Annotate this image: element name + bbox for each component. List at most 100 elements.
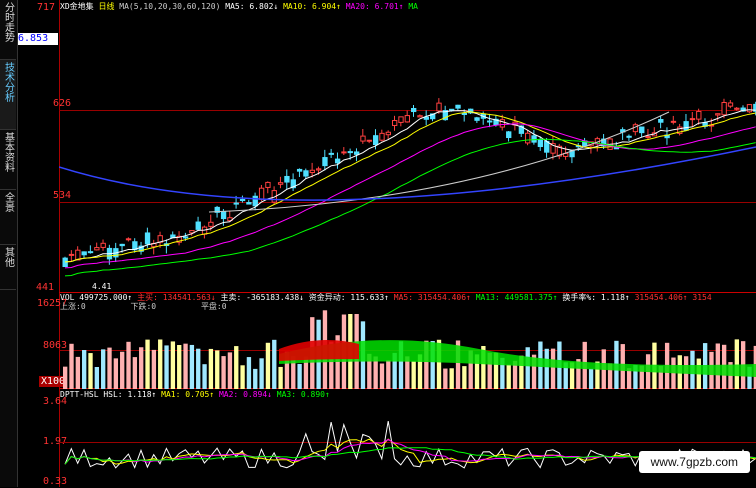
candle-body [645, 136, 651, 139]
volume-bar [170, 341, 176, 389]
volume-bar [139, 347, 144, 389]
main-buy-readout: 主买: 134541.563↓ [137, 293, 216, 302]
candle-body [81, 251, 87, 256]
turnover-indicator-chart[interactable] [59, 398, 756, 488]
axis-tick-441: 441 [36, 282, 55, 293]
tab-intraday-label: 分时走势 [2, 2, 14, 42]
candle-body [208, 221, 214, 227]
ma10-readout: MA10: 6.904↑ [283, 2, 341, 11]
candle-body [398, 116, 404, 123]
candle-body [417, 115, 423, 118]
volume-bar [158, 339, 163, 389]
tab-technical[interactable]: 技术分析 [0, 60, 16, 130]
volume-bar [88, 353, 93, 389]
candle-body [347, 151, 353, 154]
volume-bar [69, 343, 74, 389]
candle-body [68, 253, 75, 256]
candle-body [423, 116, 430, 120]
candle-body [366, 139, 372, 142]
ma60-line [208, 111, 670, 213]
candle-body [721, 101, 727, 116]
volume-bar [126, 341, 131, 389]
price-axis: 717 626 534 441 16257 8063 X100 3.64 1.9… [17, 0, 71, 487]
volume-bar [443, 368, 448, 389]
candle-body [360, 135, 366, 142]
tab-panorama[interactable]: 全景 [0, 190, 16, 245]
candle-body [632, 124, 639, 133]
volume-bar [386, 360, 391, 389]
volume-bar [189, 344, 195, 389]
candle-body [119, 243, 125, 247]
volume-chart[interactable] [59, 309, 756, 389]
main-sell-readout: 主卖: -365183.438↓ [220, 293, 304, 302]
candle-body [195, 221, 201, 230]
volume-ma13-readout: MA13: 449581.375↑ [475, 293, 558, 302]
current-price-box: 6.853 [18, 33, 58, 45]
volume-ma5-readout: MA5: 315454.406↑ [393, 293, 471, 302]
candle-body [404, 115, 410, 123]
tab-other[interactable]: 其他 [0, 245, 16, 290]
candle-body [334, 158, 341, 164]
candle-body [328, 152, 334, 155]
candle-body [455, 104, 461, 109]
candle-body [315, 168, 322, 171]
candle-body [277, 182, 284, 185]
candle-body [544, 140, 550, 153]
candle-body [75, 249, 81, 261]
candle-body [309, 169, 315, 174]
candle-body [239, 198, 246, 202]
volume-bar [272, 339, 277, 389]
volume-bar [379, 363, 385, 389]
candle-body [94, 247, 100, 251]
volume-bar [525, 347, 530, 389]
volume-bar [215, 350, 220, 389]
volume-bar [82, 350, 87, 389]
tab-technical-label: 技术分析 [2, 62, 14, 102]
candle-body [246, 202, 252, 205]
candle-body [696, 110, 702, 120]
candle-body [385, 131, 391, 136]
volume-bar [208, 348, 214, 389]
candle-body [525, 132, 531, 144]
volume-bar [94, 367, 100, 389]
candle-body [449, 108, 455, 111]
volume-bar [164, 345, 169, 389]
turnover-readout: 换手率%: 1.118↑ [562, 293, 630, 302]
candle-body [258, 187, 265, 200]
volume-bar [253, 368, 258, 389]
volume-bar [626, 368, 632, 389]
axis-top-price: 717 [37, 2, 56, 13]
candle-body [391, 120, 398, 126]
volume-bar [234, 346, 239, 389]
tab-intraday[interactable]: 分时走势 [0, 0, 16, 60]
candle-body [474, 117, 480, 121]
candle-body [626, 135, 632, 138]
volume-bar [506, 364, 511, 389]
tab-fundamentals[interactable]: 基本资料 [0, 130, 16, 190]
period-label: 日线 [98, 2, 115, 11]
candle-body [233, 202, 239, 205]
candle-body [537, 139, 544, 148]
candle-body [746, 104, 753, 113]
main-chart-header: XD金地集 日线 MA(5,10,20,30,60,120) MA5: 6.80… [60, 2, 418, 12]
candle-body [322, 157, 328, 167]
volume-bar [183, 343, 188, 389]
stock-name: XD金地集 [60, 2, 94, 11]
fund-change-readout: 资金异动: 115.633↑ [308, 293, 389, 302]
volume-bar [107, 347, 112, 389]
volume-readout: VOL 499725.000↑ [60, 293, 133, 302]
candle-body [125, 238, 132, 241]
volume-bar [246, 357, 252, 389]
volume-bar [63, 366, 68, 389]
volume-bar [544, 348, 549, 389]
candle-body [379, 132, 385, 141]
candle-body [727, 102, 734, 107]
candle-body [670, 120, 677, 123]
candle-body [220, 210, 227, 220]
ma20-readout: MA20: 6.701↑ [345, 2, 404, 11]
candle-body [144, 232, 151, 245]
candle-body [487, 120, 493, 123]
candlestick-chart[interactable] [59, 12, 756, 292]
volume-bar [145, 339, 150, 389]
candle-body [265, 181, 271, 188]
